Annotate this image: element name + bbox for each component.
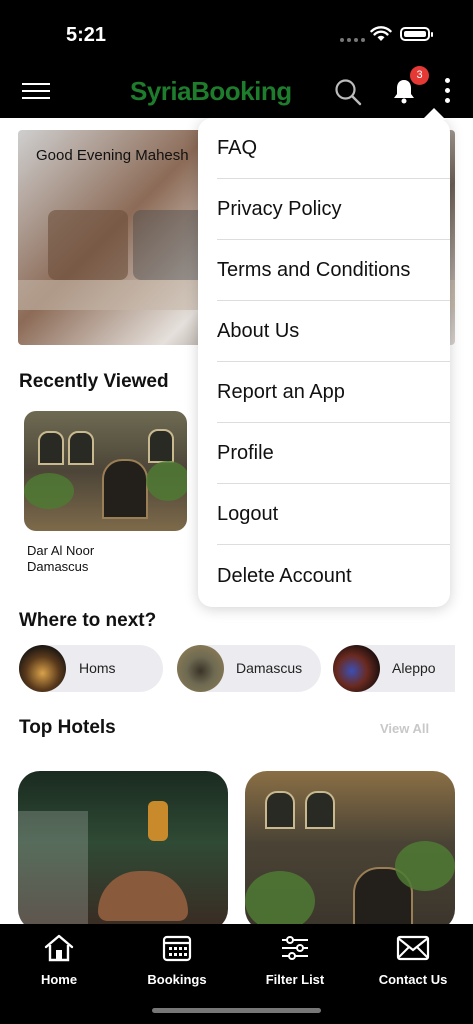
app-header: SyriaBooking 3 — [0, 66, 473, 118]
city-thumbnail — [19, 645, 66, 692]
recently-viewed-card[interactable] — [24, 411, 187, 531]
menu-item-privacy-policy[interactable]: Privacy Policy — [217, 179, 450, 240]
where-to-next-title: Where to next? — [19, 610, 157, 631]
city-chip-label: Damascus — [236, 660, 303, 676]
nav-home[interactable]: Home — [0, 932, 118, 987]
options-dropdown-menu: FAQ Privacy Policy Terms and Conditions … — [198, 108, 450, 607]
signal-icon — [340, 38, 365, 42]
menu-item-logout[interactable]: Logout — [217, 484, 450, 545]
status-bar: 5:21 — [0, 0, 473, 66]
wifi-icon — [370, 26, 392, 41]
home-icon — [44, 934, 74, 962]
nav-filter-list[interactable]: Filter List — [236, 932, 354, 987]
more-options-icon[interactable] — [445, 78, 451, 104]
city-thumbnail — [333, 645, 380, 692]
recently-viewed-title: Recently Viewed — [19, 371, 169, 392]
hotel-card[interactable] — [245, 771, 455, 931]
city-chip-label: Aleppo — [392, 660, 436, 676]
calendar-icon — [162, 935, 192, 962]
nav-contact-us[interactable]: Contact Us — [354, 932, 472, 987]
menu-item-report-an-app[interactable]: Report an App — [217, 362, 450, 423]
menu-item-profile[interactable]: Profile — [217, 423, 450, 484]
battery-icon — [400, 27, 433, 41]
hotel-card[interactable] — [18, 771, 228, 931]
menu-item-faq[interactable]: FAQ — [217, 118, 450, 179]
menu-item-delete-account[interactable]: Delete Account — [217, 546, 450, 607]
nav-filter-list-label: Filter List — [265, 972, 325, 987]
greeting-text: Good Evening Mahesh — [36, 147, 189, 164]
menu-item-terms-and-conditions[interactable]: Terms and Conditions — [217, 240, 450, 301]
nav-contact-us-label: Contact Us — [378, 972, 448, 987]
nav-home-label: Home — [40, 972, 78, 987]
top-hotels-title: Top Hotels — [19, 717, 116, 738]
city-chip-damascus[interactable]: Damascus — [177, 645, 321, 692]
city-chip-homs[interactable]: Homs — [19, 645, 163, 692]
status-time: 5:21 — [66, 24, 107, 46]
search-icon[interactable] — [334, 78, 362, 106]
city-chip-label: Homs — [79, 660, 116, 676]
city-chip-aleppo[interactable]: Aleppo — [333, 645, 455, 692]
mail-icon — [396, 935, 430, 961]
recently-viewed-name: Dar Al Noor Damascus — [27, 543, 95, 574]
menu-item-about-us[interactable]: About Us — [217, 301, 450, 362]
nav-bookings[interactable]: Bookings — [118, 932, 236, 987]
notification-badge: 3 — [410, 66, 429, 85]
nav-bookings-label: Bookings — [147, 972, 207, 987]
hamburger-menu-icon[interactable] — [22, 83, 50, 101]
view-all-link[interactable]: View All — [380, 721, 429, 736]
app-logo: SyriaBooking — [130, 76, 292, 106]
home-indicator — [152, 1008, 321, 1013]
city-thumbnail — [177, 645, 224, 692]
sliders-icon — [282, 936, 308, 960]
